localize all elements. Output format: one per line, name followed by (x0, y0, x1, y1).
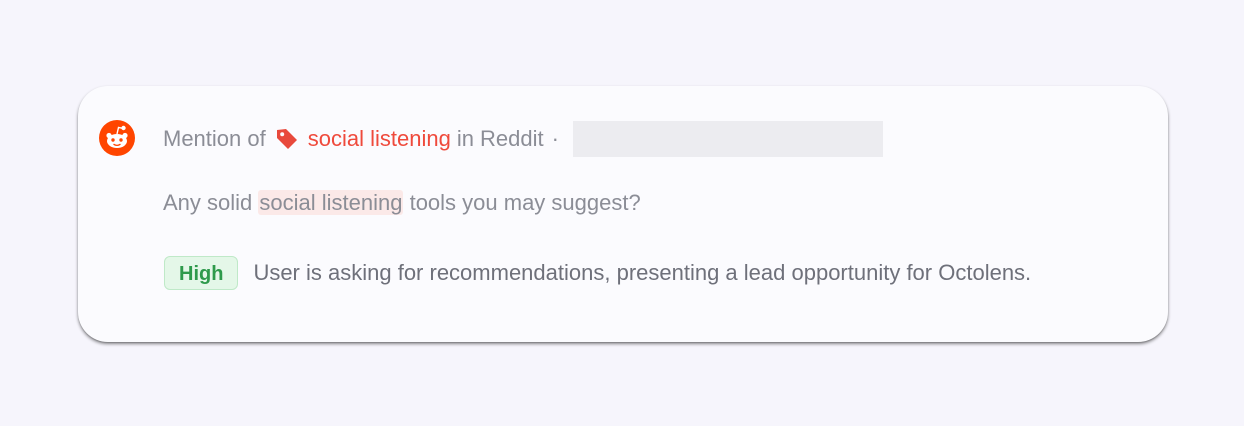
mention-card[interactable]: Mention of social listening in Reddit · … (78, 86, 1168, 342)
message-after: tools you may suggest? (403, 190, 641, 215)
redacted-meta (572, 121, 883, 157)
message-before: Any solid (163, 190, 259, 215)
keyword-highlight: social listening (258, 190, 404, 215)
mention-prefix: Mention of (163, 126, 266, 151)
mention-header: Mention of social listening in Reddit · (163, 121, 883, 157)
insight-summary: User is asking for recommendations, pres… (253, 260, 1032, 285)
tag-icon (276, 129, 297, 149)
mention-message: Any solid social listening tools you may… (163, 186, 641, 220)
insight-row: High User is asking for recommendations,… (164, 256, 1031, 290)
reddit-icon (99, 120, 135, 156)
separator-dot: · (551, 126, 559, 151)
priority-badge: High (164, 256, 239, 290)
keyword-link[interactable]: social listening (308, 126, 451, 152)
mention-source: in Reddit (456, 126, 544, 151)
